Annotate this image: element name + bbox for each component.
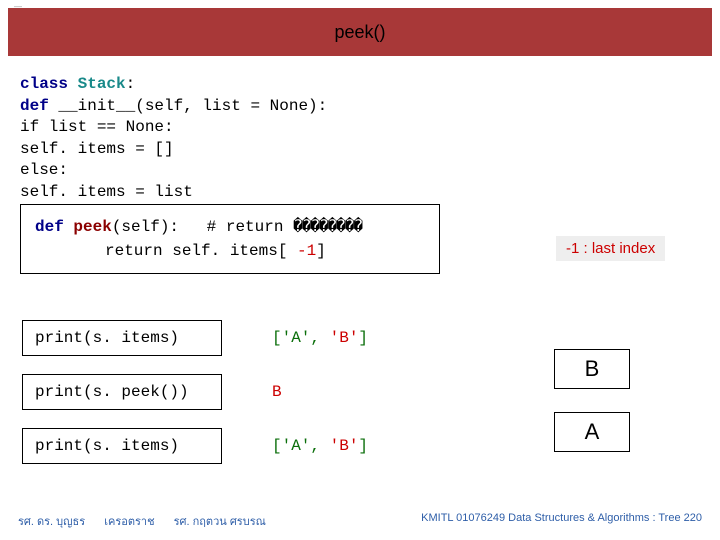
footer: รศ. ดร. บุญธร เครอตราช รศ. กฤตวน ศรบรณ K… (18, 512, 702, 530)
print-output-1: ['A', 'B'] (272, 329, 368, 347)
kw-class: class (20, 75, 78, 93)
peek-method-box: def peek(self): # return �������� return… (20, 204, 440, 274)
print-row-2: print(s. peek()) B (22, 374, 282, 410)
stack-top-cell: B (554, 349, 630, 389)
method-name: peek (73, 218, 111, 236)
page-title: peek() (334, 22, 385, 43)
print-call-3: print(s. items) (22, 428, 222, 464)
stack-bottom-cell: A (554, 412, 630, 452)
print-row-3: print(s. items) ['A', 'B'] (22, 428, 368, 464)
print-call-2: print(s. peek()) (22, 374, 222, 410)
negative-index: -1 (297, 242, 316, 260)
placeholder-squares: �������� (293, 218, 362, 236)
header-bar: peek() (8, 8, 712, 56)
print-row-1: print(s. items) ['A', 'B'] (22, 320, 368, 356)
footer-course: KMITL 01076249 Data Structures & Algorit… (421, 512, 702, 530)
code-class-definition: class Stack: def __init__(self, list = N… (20, 74, 327, 204)
print-output-2: B (272, 383, 282, 401)
footer-authors: รศ. ดร. บุญธร เครอตราช รศ. กฤตวน ศรบรณ (18, 512, 282, 530)
print-output-3: ['A', 'B'] (272, 437, 368, 455)
stack-visualization: B A (554, 374, 630, 452)
print-call-1: print(s. items) (22, 320, 222, 356)
class-name: Stack (78, 75, 126, 93)
index-note: -1 : last index (556, 236, 665, 261)
comment-text: # return (207, 218, 293, 236)
